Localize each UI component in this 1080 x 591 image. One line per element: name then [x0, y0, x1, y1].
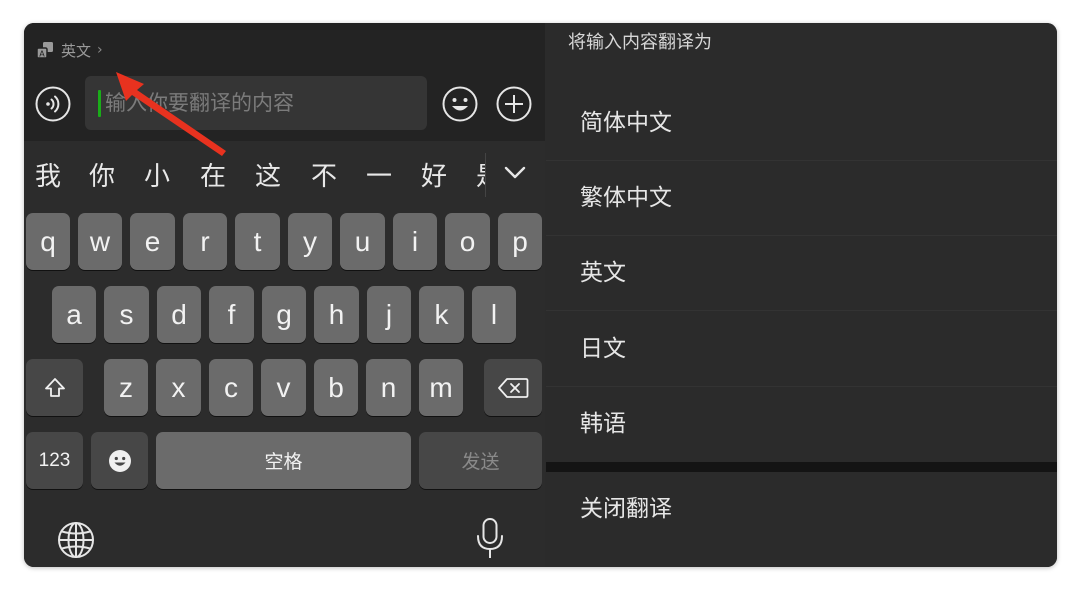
candidate-item[interactable]: 你	[89, 159, 115, 195]
candidate-bar: 我 你 小 在 这 不 一 好 是	[24, 149, 545, 207]
emoji-icon	[108, 449, 131, 472]
candidate-item[interactable]: 好	[421, 159, 447, 195]
key-q[interactable]: q	[26, 213, 70, 270]
candidate-item[interactable]: 在	[200, 159, 226, 195]
space-key[interactable]: 空格	[156, 432, 411, 489]
key-v[interactable]: v	[261, 359, 306, 416]
translate-input[interactable]: 输入你要翻译的内容	[85, 76, 427, 130]
candidate-item-partial[interactable]: 是	[476, 159, 485, 195]
language-option-label: 繁体中文	[580, 185, 672, 211]
keyboard-panel: A 英文 › 输入你要翻译的内容 我 你 小 在 这 不 一 好 q w e r…	[24, 23, 545, 567]
translate-input-placeholder: 输入你要翻译的内容	[105, 91, 294, 115]
translate-language-label: 英文	[61, 41, 92, 60]
key-b[interactable]: b	[314, 359, 358, 416]
key-l[interactable]: l	[472, 286, 516, 343]
translate-panel-title: 将输入内容翻译为	[568, 32, 712, 53]
language-option-japanese[interactable]: 日文	[546, 312, 1057, 387]
send-key[interactable]: 发送	[419, 432, 542, 489]
key-p[interactable]: p	[498, 213, 542, 270]
language-option-label: 韩语	[580, 411, 626, 437]
translate-language-switch[interactable]: A 英文 ›	[36, 39, 103, 61]
candidate-item[interactable]: 这	[255, 159, 281, 195]
candidate-item-partial-text: 是	[476, 159, 485, 195]
translate-target-panel: 将输入内容翻译为 简体中文 繁体中文 英文 日文 韩语 关闭翻译	[546, 23, 1057, 567]
plus-circle-icon[interactable]	[496, 86, 532, 122]
key-j[interactable]: j	[367, 286, 411, 343]
divider	[546, 310, 1057, 311]
shift-icon	[44, 377, 65, 397]
emoji-icon[interactable]	[442, 86, 478, 122]
language-option-label: 英文	[580, 260, 626, 286]
shift-key[interactable]	[26, 359, 83, 416]
key-f[interactable]: f	[209, 286, 254, 343]
key-k[interactable]: k	[419, 286, 464, 343]
key-x[interactable]: x	[156, 359, 201, 416]
backspace-icon	[498, 377, 529, 398]
voice-icon[interactable]	[35, 86, 71, 122]
backspace-key[interactable]	[484, 359, 542, 416]
key-u[interactable]: u	[340, 213, 385, 270]
chevron-right-icon: ›	[97, 42, 103, 58]
candidate-item[interactable]: 一	[366, 159, 392, 195]
key-d[interactable]: d	[157, 286, 201, 343]
input-area: A 英文 › 输入你要翻译的内容	[24, 23, 545, 141]
candidate-item[interactable]: 我	[35, 159, 61, 195]
language-option-traditional-chinese[interactable]: 繁体中文	[546, 161, 1057, 236]
candidate-item[interactable]: 不	[311, 159, 337, 195]
key-e[interactable]: e	[130, 213, 175, 270]
language-option-korean[interactable]: 韩语	[546, 387, 1057, 462]
close-translation-label: 关闭翻译	[580, 496, 672, 522]
chevron-down-icon[interactable]	[502, 159, 528, 187]
svg-text:A: A	[39, 50, 45, 59]
candidate-item[interactable]: 小	[144, 159, 170, 195]
text-caret	[98, 90, 101, 117]
key-m[interactable]: m	[419, 359, 463, 416]
key-z[interactable]: z	[104, 359, 148, 416]
key-o[interactable]: o	[445, 213, 490, 270]
key-h[interactable]: h	[314, 286, 359, 343]
key-g[interactable]: g	[262, 286, 306, 343]
screenshot-frame: A 英文 › 输入你要翻译的内容 我 你 小 在 这 不 一 好 q w e r…	[24, 23, 1057, 567]
translate-icon: A	[36, 42, 53, 59]
candidate-divider	[485, 153, 486, 197]
key-w[interactable]: w	[78, 213, 122, 270]
globe-icon[interactable]	[57, 521, 95, 559]
key-t[interactable]: t	[235, 213, 280, 270]
language-option-simplified-chinese[interactable]: 简体中文	[546, 86, 1057, 161]
microphone-icon[interactable]	[475, 517, 505, 561]
section-separator	[546, 462, 1057, 472]
close-translation-button[interactable]: 关闭翻译	[546, 472, 1057, 547]
emoji-key[interactable]	[91, 432, 148, 489]
key-a[interactable]: a	[52, 286, 96, 343]
language-option-english[interactable]: 英文	[546, 236, 1057, 311]
key-y[interactable]: y	[288, 213, 332, 270]
language-option-label: 日文	[580, 336, 626, 362]
key-s[interactable]: s	[104, 286, 149, 343]
key-i[interactable]: i	[393, 213, 437, 270]
language-option-label: 简体中文	[580, 110, 672, 136]
key-c[interactable]: c	[209, 359, 253, 416]
numbers-key[interactable]: 123	[26, 432, 83, 489]
key-r[interactable]: r	[183, 213, 227, 270]
key-n[interactable]: n	[366, 359, 411, 416]
